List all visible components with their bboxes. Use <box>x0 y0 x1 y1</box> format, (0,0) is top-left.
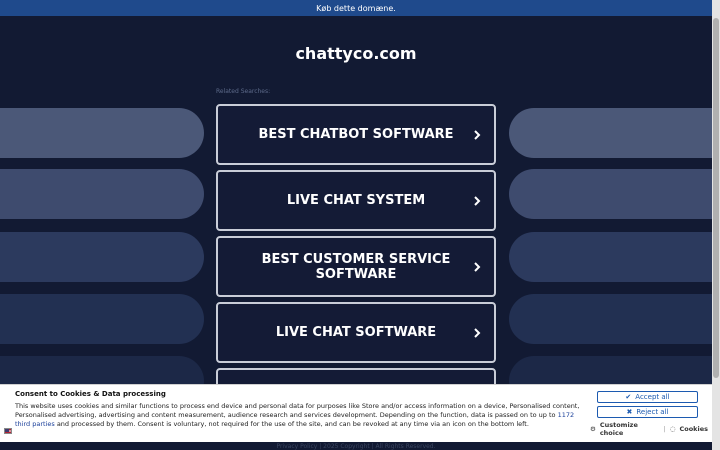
decorative-shape <box>0 294 204 344</box>
gear-icon: ⚙ <box>590 425 596 433</box>
decorative-shape <box>509 294 712 344</box>
chevron-right-icon <box>474 327 481 338</box>
check-icon: ✔ <box>625 393 632 401</box>
related-link-label: LIVE CHAT SYSTEM <box>286 193 426 208</box>
related-link-live-chat-system[interactable]: LIVE CHAT SYSTEM <box>216 170 496 231</box>
chevron-right-icon <box>474 261 481 272</box>
consent-text-part: This website uses cookies and similar fu… <box>15 402 580 419</box>
reject-all-button[interactable]: ✖ Reject all <box>597 406 698 418</box>
related-link-label: LIVE CHAT SOFTWARE <box>275 325 437 340</box>
accept-all-button[interactable]: ✔ Accept all <box>597 391 698 403</box>
vertical-scrollbar[interactable] <box>712 0 720 450</box>
buy-domain-bar[interactable]: Køb dette domæne. <box>0 0 712 16</box>
decorative-shape <box>509 169 712 219</box>
decorative-shape <box>509 108 712 158</box>
related-searches-label: Related Searches: <box>216 88 271 95</box>
cookies-link[interactable]: Cookies <box>679 425 708 433</box>
decorative-shape <box>0 108 204 158</box>
site-title: chattyco.com <box>295 44 417 63</box>
cookie-icon: ◌ <box>669 425 676 433</box>
consent-title: Consent to Cookies & Data processing <box>15 390 166 398</box>
related-link-best-chatbot-software[interactable]: BEST CHATBOT SOFTWARE <box>216 104 496 165</box>
decorative-shape <box>0 169 204 219</box>
scrollbar-thumb[interactable] <box>713 18 719 378</box>
decorative-shape <box>0 232 204 282</box>
chevron-right-icon <box>474 195 481 206</box>
language-flag-icon[interactable] <box>4 428 12 434</box>
cookie-consent-banner: Consent to Cookies & Data processing Thi… <box>0 384 712 442</box>
consent-secondary-links: ⚙ Customize choice | ◌ Cookies <box>590 421 708 437</box>
decorative-shape <box>509 232 712 282</box>
customize-choice-link[interactable]: Customize choice <box>600 421 660 437</box>
consent-description: This website uses cookies and similar fu… <box>15 402 587 429</box>
related-link-best-customer-service-software[interactable]: BEST CUSTOMER SERVICE SOFTWARE <box>216 236 496 297</box>
link-separator: | <box>663 425 666 433</box>
buy-domain-link[interactable]: Køb dette domæne. <box>316 4 396 13</box>
consent-text-part: and processed by them. Consent is volunt… <box>54 420 529 428</box>
reject-all-label: Reject all <box>636 408 669 416</box>
chevron-right-icon <box>474 129 481 140</box>
related-link-label: BEST CHATBOT SOFTWARE <box>258 127 454 142</box>
accept-all-label: Accept all <box>635 393 670 401</box>
related-link-live-chat-software[interactable]: LIVE CHAT SOFTWARE <box>216 302 496 363</box>
related-link-label: BEST CUSTOMER SERVICE SOFTWARE <box>261 251 451 282</box>
footer: Privacy Policy | 2025 Copyright | All Ri… <box>276 443 436 450</box>
x-icon: ✖ <box>626 408 633 416</box>
